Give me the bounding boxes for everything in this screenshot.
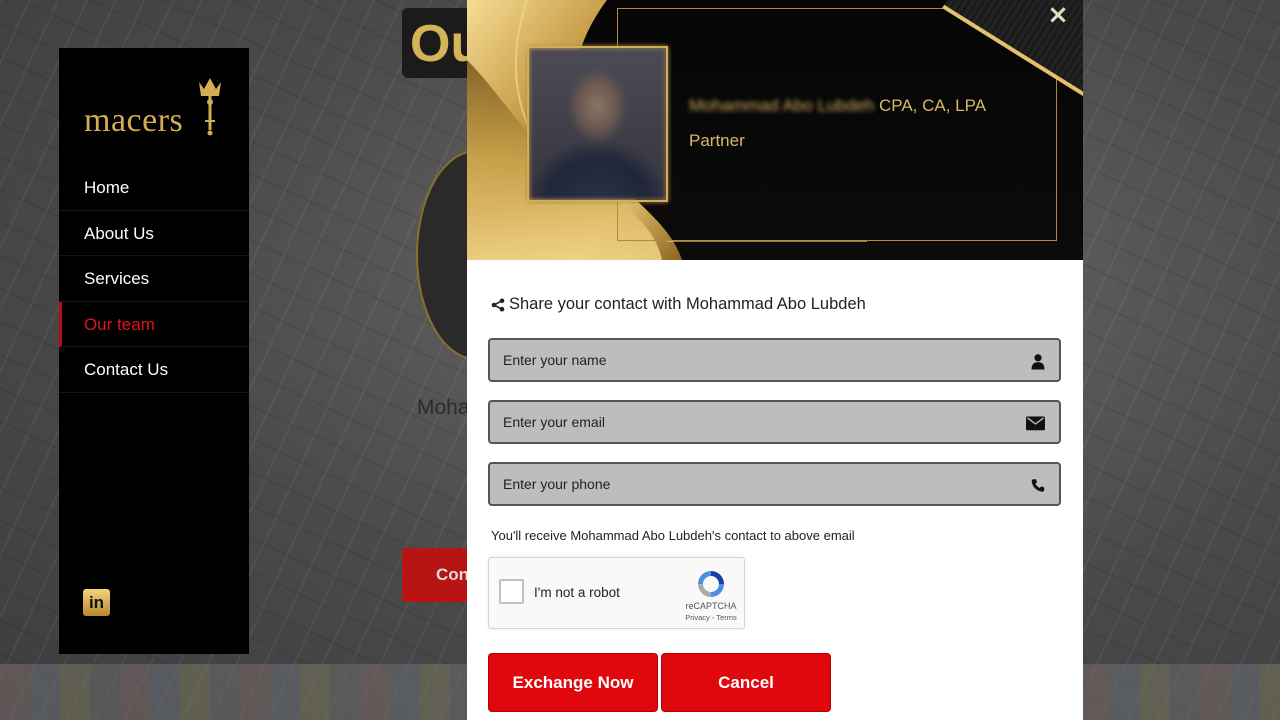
recaptcha-links[interactable]: Privacy - Terms: [685, 613, 737, 622]
close-icon[interactable]: ×: [1047, 2, 1069, 28]
nav-item-about-us[interactable]: About Us: [59, 211, 249, 256]
nav-item-our-team[interactable]: Our team: [59, 301, 249, 347]
recaptcha-widget: I'm not a robot reCAPTCHA Privacy - Term…: [488, 557, 745, 629]
recaptcha-icon: [698, 571, 724, 597]
profile-role: Partner: [689, 131, 745, 150]
email-input[interactable]: [490, 402, 1059, 442]
main-nav: Home About Us Services Our team Contact …: [59, 165, 249, 393]
gold-frame: [617, 8, 1057, 241]
share-icon: [491, 298, 505, 311]
team-member-name: Moha: [417, 396, 467, 419]
nav-item-home[interactable]: Home: [59, 165, 249, 211]
logo[interactable]: macers: [84, 76, 234, 146]
name-field: [488, 338, 1061, 382]
name-input[interactable]: [490, 340, 1059, 380]
profile-name-line: Mohammad Abo Lubdeh CPA, CA, LPA: [689, 96, 986, 116]
profile-header: Mohammad Abo Lubdeh CPA, CA, LPA Partner…: [467, 0, 1083, 260]
profile-photo-border: [527, 46, 668, 202]
recaptcha-label: I'm not a robot: [534, 585, 620, 600]
sidebar: macers Home About Us Services Our team C…: [59, 48, 249, 654]
envelope-icon: [1026, 416, 1045, 431]
cancel-button[interactable]: Cancel: [661, 653, 831, 712]
recaptcha-checkbox[interactable]: [499, 579, 524, 604]
exchange-contact-modal: Mohammad Abo Lubdeh CPA, CA, LPA Partner…: [467, 0, 1083, 720]
nav-item-contact-us[interactable]: Contact Us: [59, 347, 249, 393]
phone-field: [488, 462, 1061, 506]
notice-text: You'll receive Mohammad Abo Lubdeh's con…: [491, 528, 855, 543]
email-field: [488, 400, 1061, 444]
phone-icon: [1031, 479, 1045, 492]
linkedin-icon[interactable]: in: [83, 589, 110, 616]
share-title: Share your contact with Mohammad Abo Lub…: [491, 295, 866, 314]
user-icon: [1031, 354, 1045, 370]
profile-name: Mohammad Abo Lubdeh: [689, 96, 875, 115]
recaptcha-brand: reCAPTCHA: [685, 601, 737, 611]
profile-credentials: CPA, CA, LPA: [878, 96, 987, 115]
phone-input[interactable]: [490, 464, 1059, 504]
contact-button[interactable]: Cont: [402, 548, 472, 602]
crown-icon: [199, 78, 221, 136]
nav-item-services[interactable]: Services: [59, 256, 249, 302]
share-title-text: Share your contact with Mohammad Abo Lub…: [509, 295, 866, 313]
logo-text: macers: [84, 102, 184, 139]
exchange-now-button[interactable]: Exchange Now: [488, 653, 658, 712]
